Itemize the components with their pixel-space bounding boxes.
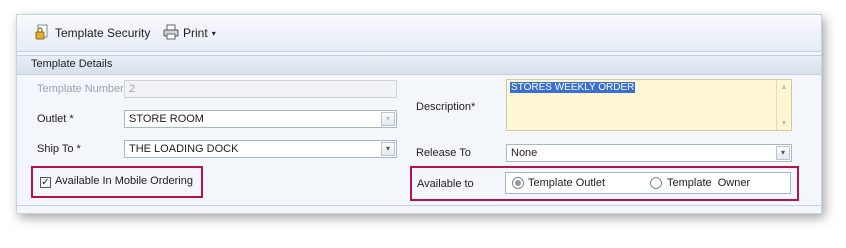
mobile-ordering-checkbox[interactable]: ✓: [40, 177, 51, 188]
release-to-label: Release To: [416, 147, 471, 159]
description-label: Description*: [416, 101, 476, 113]
toolbar: Template Security Print ▾: [17, 15, 821, 52]
available-to-label: Available to: [417, 178, 474, 190]
chevron-down-icon[interactable]: ▾: [776, 146, 790, 160]
chevron-down-icon[interactable]: ▾: [381, 112, 395, 126]
printer-icon: [163, 24, 179, 43]
template-owner-label: Template Owner: [667, 177, 751, 189]
release-to-value: None: [511, 147, 538, 159]
template-security-label: Template Security: [55, 26, 151, 40]
release-to-dropdown[interactable]: None ▾: [506, 144, 792, 162]
ship-to-dropdown[interactable]: THE LOADING DOCK ▾: [124, 140, 397, 158]
scroll-down-icon[interactable]: ▼: [778, 117, 790, 129]
section-title: Template Details: [31, 58, 113, 70]
available-to-radio-group: Template Outlet Template Owner: [505, 172, 791, 194]
chevron-down-icon: ▾: [211, 28, 216, 38]
template-number-label: Template Number: [37, 83, 124, 95]
template-security-button[interactable]: Template Security: [35, 23, 150, 43]
mobile-ordering-label: Available In Mobile Ordering: [55, 175, 193, 187]
chevron-down-icon[interactable]: ▾: [381, 142, 395, 156]
ship-to-value: THE LOADING DOCK: [129, 143, 239, 155]
scrollbar[interactable]: ▲ ▼: [776, 80, 791, 130]
description-value: STORES WEEKLY ORDER: [510, 82, 636, 93]
print-label: Print: [183, 26, 208, 40]
divider: [17, 205, 821, 206]
template-owner-radio[interactable]: [650, 177, 662, 189]
scroll-up-icon[interactable]: ▲: [778, 81, 790, 93]
section-header: Template Details: [17, 55, 821, 75]
template-number-field: 2: [124, 80, 397, 98]
outlet-label: Outlet *: [37, 113, 74, 125]
description-textarea[interactable]: STORES WEEKLY ORDER ▲ ▼: [506, 79, 792, 131]
print-button[interactable]: Print ▾: [163, 23, 216, 43]
template-outlet-label: Template Outlet: [528, 177, 606, 189]
outlet-dropdown[interactable]: STORE ROOM ▾: [124, 110, 397, 128]
outlet-value: STORE ROOM: [129, 113, 204, 125]
padlock-document-icon: [35, 24, 51, 43]
ship-to-label: Ship To *: [37, 143, 81, 155]
template-outlet-radio[interactable]: [512, 177, 524, 189]
